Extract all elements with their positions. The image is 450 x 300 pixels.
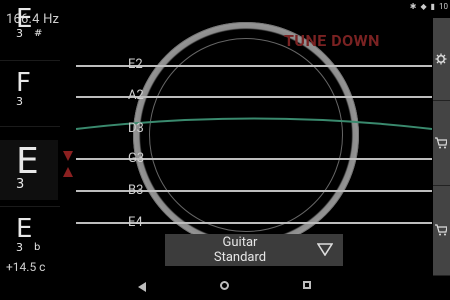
note-accidental: #: [34, 28, 43, 39]
divider: [0, 206, 60, 207]
cart-icon: [435, 224, 447, 236]
gear-icon: [435, 53, 447, 65]
store-button-2[interactable]: [433, 186, 450, 276]
pitch-indicator: [63, 151, 75, 181]
note-item[interactable]: E 3 #: [0, 6, 58, 50]
settings-button[interactable]: [433, 18, 450, 101]
status-icons: ✱ ◆ ▮ 10: [410, 0, 448, 12]
note-letter: E: [16, 141, 39, 182]
divider: [0, 126, 60, 127]
string-label: A2: [128, 88, 144, 103]
note-accidental: b: [34, 242, 41, 253]
nav-bar: [0, 276, 450, 300]
note-item[interactable]: F 3: [0, 66, 58, 116]
tune-direction-message: TUNE DOWN: [284, 31, 380, 50]
string-label: B3: [128, 183, 144, 198]
string-label: E2: [128, 57, 143, 72]
triangle-up-icon: [63, 167, 73, 177]
triangle-down-icon: [317, 243, 333, 256]
note-letter: E: [16, 214, 33, 244]
instrument-label: Guitar: [222, 235, 258, 250]
side-panel: [433, 18, 450, 276]
status-bar: ✱ ◆ ▮ 10: [0, 0, 450, 12]
bluetooth-icon: ✱: [409, 1, 417, 11]
note-octave: 3: [16, 241, 23, 254]
back-icon[interactable]: [138, 282, 146, 292]
string-label: D3: [128, 121, 144, 136]
tuning-preset-label: Standard: [213, 250, 267, 265]
cart-icon: [435, 137, 447, 149]
store-button[interactable]: [433, 101, 450, 186]
note-octave: 3: [16, 27, 23, 40]
home-icon[interactable]: [220, 281, 229, 290]
battery-icon: ▮: [430, 1, 435, 11]
note-item[interactable]: E 3 b: [0, 212, 58, 262]
tuner-ring-outer: [133, 22, 359, 248]
note-octave: 3: [16, 177, 25, 192]
string-label: E4: [128, 215, 143, 230]
note-column: E 3 # F 3 E 3 E 3 b: [0, 6, 60, 271]
divider: [0, 60, 60, 61]
note-letter: F: [16, 68, 31, 98]
string-label: G3: [128, 151, 145, 166]
triangle-down-icon: [63, 151, 73, 161]
clock: 10: [439, 1, 448, 11]
recent-apps-icon[interactable]: [303, 281, 311, 289]
wifi-icon: ◆: [420, 1, 427, 11]
cents-readout: +14.5 c: [6, 260, 46, 274]
note-item-current[interactable]: E 3: [0, 140, 58, 200]
tuning-selector[interactable]: Guitar Standard: [165, 234, 343, 266]
note-octave: 3: [16, 95, 23, 108]
